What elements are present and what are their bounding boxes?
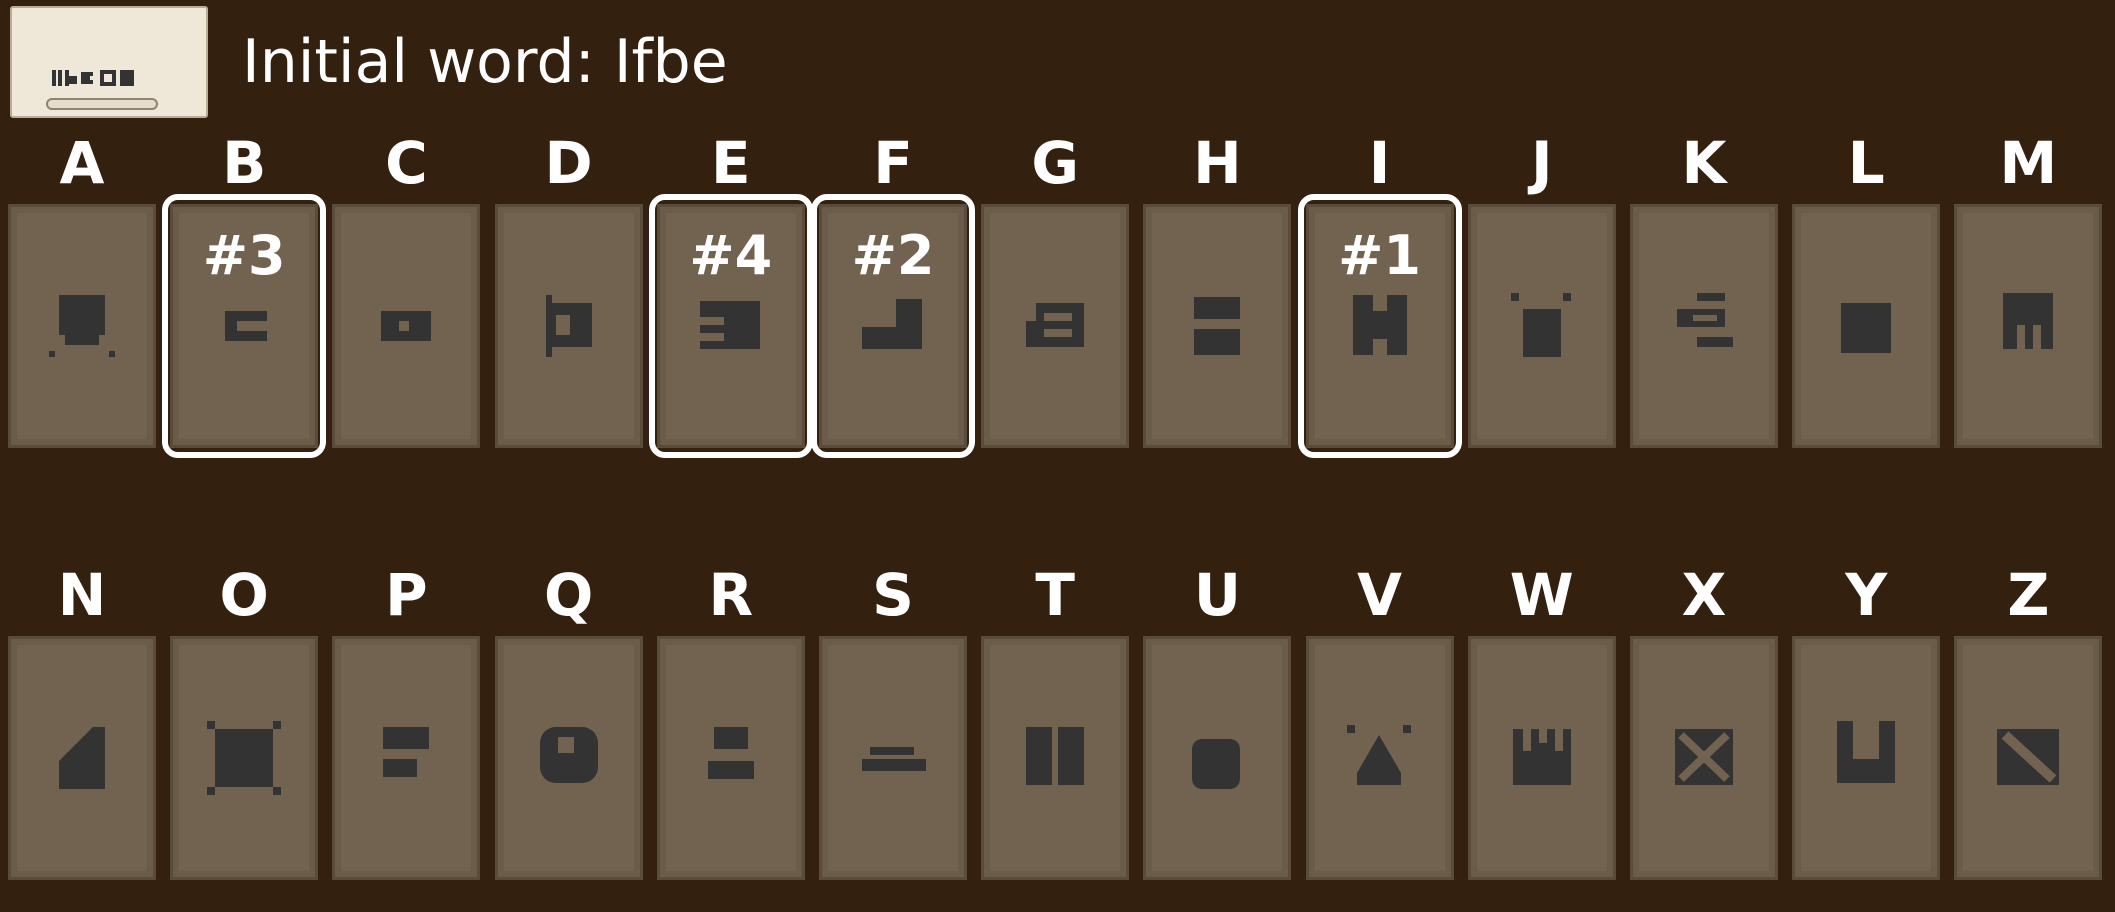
rune-card-l[interactable] — [1792, 204, 1941, 448]
rune-card-q[interactable] — [494, 636, 643, 880]
rune-card-o[interactable] — [170, 636, 319, 880]
rune-j-icon — [1510, 293, 1571, 357]
letter-label-v: V — [1357, 561, 1403, 629]
rune-h-icon — [1194, 297, 1241, 355]
rune-d-icon — [545, 295, 592, 357]
rune-card-h[interactable] — [1143, 204, 1292, 448]
rune-card-s[interactable] — [819, 636, 967, 880]
rune-card-c[interactable] — [332, 204, 481, 448]
letter-label-d: D — [544, 129, 593, 197]
initial-word-glyphs-icon — [52, 70, 134, 86]
rune-card-w[interactable] — [1467, 636, 1616, 880]
letter-label-a: A — [59, 129, 105, 197]
rune-y-icon — [1837, 721, 1896, 783]
rune-t-icon — [1026, 727, 1085, 785]
initial-word-card — [10, 6, 208, 118]
rune-card-g[interactable] — [981, 204, 1130, 448]
rune-r-icon — [707, 727, 754, 779]
letter-label-h: H — [1193, 129, 1242, 197]
rune-q-icon — [539, 727, 598, 783]
rune-g-icon — [1026, 303, 1085, 347]
letter-label-x: X — [1681, 561, 1727, 629]
letter-label-i: I — [1368, 129, 1391, 197]
initial-word-bar — [46, 98, 158, 110]
rune-a-icon — [49, 295, 115, 357]
rune-z-icon — [1997, 729, 2060, 785]
rune-card-k[interactable] — [1630, 204, 1778, 448]
rune-k-icon — [1677, 293, 1733, 347]
letter-label-f: F — [873, 129, 913, 197]
letter-label-r: R — [708, 561, 754, 629]
rune-m-icon — [2003, 293, 2054, 349]
rune-v-icon — [1346, 725, 1411, 785]
letter-label-c: C — [385, 129, 428, 197]
selection-order-label: #3 — [202, 224, 286, 287]
letter-label-m: M — [1999, 129, 2058, 197]
selection-order-label: #4 — [689, 224, 773, 287]
letter-label-t: T — [1035, 561, 1075, 629]
letter-label-k: K — [1681, 129, 1727, 197]
rune-c-icon — [381, 311, 432, 341]
letter-label-y: Y — [1845, 561, 1888, 629]
rune-card-y[interactable] — [1792, 636, 1941, 880]
rune-card-p[interactable] — [332, 636, 481, 880]
letter-label-o: O — [219, 561, 269, 629]
letter-label-u: U — [1193, 561, 1241, 629]
rune-card-v[interactable] — [1305, 636, 1454, 880]
rune-card-d[interactable] — [494, 204, 643, 448]
rune-w-icon — [1512, 729, 1571, 785]
letter-label-n: N — [57, 561, 107, 629]
rune-card-j[interactable] — [1467, 204, 1616, 448]
letter-label-w: W — [1509, 561, 1574, 629]
rune-n-icon — [59, 727, 105, 789]
rune-x-icon — [1675, 729, 1733, 785]
page-title: Initial word: Ifbe — [242, 27, 728, 97]
rune-card-n[interactable] — [8, 636, 156, 880]
rune-card-r[interactable] — [656, 636, 805, 880]
letter-label-l: L — [1847, 129, 1885, 197]
rune-card-m[interactable] — [1954, 204, 2103, 448]
letter-label-g: G — [1031, 129, 1079, 197]
rune-o-icon — [207, 721, 282, 795]
rune-p-icon — [383, 727, 430, 777]
rune-card-z[interactable] — [1954, 636, 2103, 880]
rune-card-x[interactable] — [1630, 636, 1778, 880]
rune-card-t[interactable] — [981, 636, 1130, 880]
rune-l-icon — [1841, 303, 1892, 353]
letter-label-j: J — [1531, 129, 1553, 197]
letter-label-q: Q — [543, 561, 594, 629]
letter-label-e: E — [710, 129, 751, 197]
letter-label-b: B — [222, 129, 267, 197]
selection-order-label: #2 — [851, 224, 935, 287]
letter-label-s: S — [872, 561, 914, 629]
rune-card-a[interactable] — [8, 204, 156, 448]
selection-order-label: #1 — [1338, 224, 1421, 287]
letter-label-p: P — [385, 561, 428, 629]
letter-label-z: Z — [2007, 561, 2050, 629]
rune-u-icon — [1192, 739, 1241, 789]
rune-card-u[interactable] — [1143, 636, 1292, 880]
rune-s-icon — [862, 747, 926, 771]
